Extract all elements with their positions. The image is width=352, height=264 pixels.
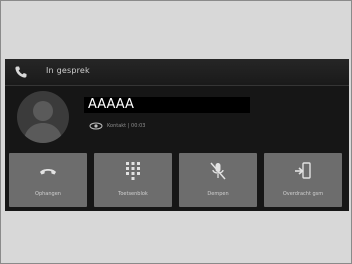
hang-up-button[interactable]: Ophangen: [9, 153, 87, 207]
transfer-to-phone-label: Overdracht gsm: [282, 191, 324, 197]
hang-up-icon: [40, 169, 56, 175]
caller-source: Kontakt: [107, 123, 127, 129]
transfer-to-phone-icon: [295, 162, 311, 179]
keypad-icon: [126, 162, 140, 180]
mute-icon: [210, 162, 226, 180]
caller-avatar: [17, 91, 69, 143]
mute-label: Dempen: [207, 191, 229, 197]
keypad-label: Toetsenblok: [118, 191, 148, 197]
hang-up-label: Ophangen: [35, 191, 61, 197]
call-status-title: In gesprek: [46, 66, 90, 75]
call-header: In gesprek: [5, 59, 349, 86]
screenshot-frame: In gesprek AAAAA Kontakt | 00:03 Ophange…: [0, 0, 352, 264]
call-duration: 00:03: [131, 123, 146, 129]
phone-icon: [15, 66, 27, 78]
bluetooth-link-icon: [89, 122, 103, 130]
call-screen: In gesprek AAAAA Kontakt | 00:03 Ophange…: [5, 59, 349, 211]
mute-button[interactable]: Dempen: [179, 153, 257, 207]
caller-name: AAAAA: [84, 97, 250, 113]
keypad-button[interactable]: Toetsenblok: [94, 153, 172, 207]
caller-details: Kontakt | 00:03: [107, 123, 146, 129]
person-icon: [23, 101, 63, 143]
transfer-to-phone-button[interactable]: Overdracht gsm: [264, 153, 342, 207]
